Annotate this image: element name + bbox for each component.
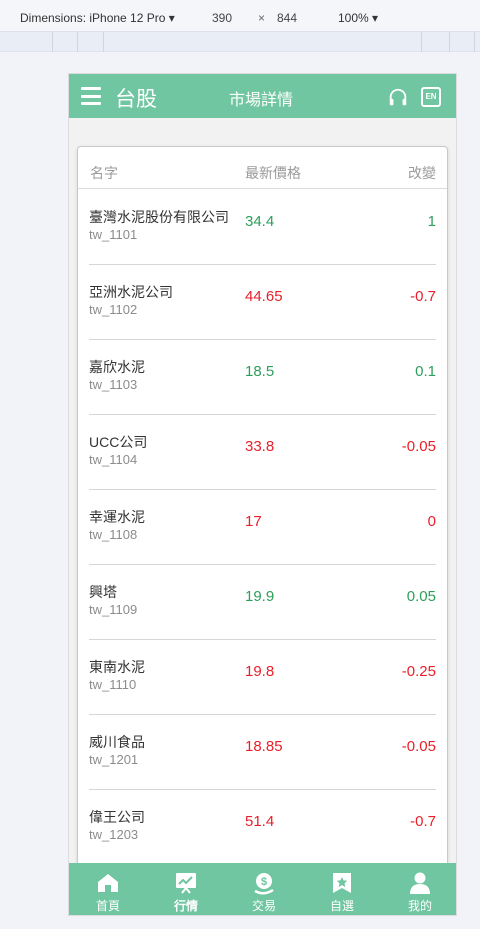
stock-code: tw_1104 [89,452,138,467]
tab-trade[interactable]: $ 交易 [225,863,303,915]
app-header: 台股 市場詳情 EN [69,74,456,118]
menu-icon[interactable] [81,87,101,105]
zoom-select[interactable]: 100% ▾ [338,11,378,25]
stock-code: tw_1201 [89,752,139,767]
column-header-name: 名字 [90,165,118,181]
stock-price: 51.4 [245,813,275,830]
stock-change: -0.25 [401,663,436,680]
stock-name: 偉王公司 [89,809,145,825]
tab-label: 首頁 [95,899,120,913]
headset-icon[interactable] [387,87,409,109]
column-header-change: 改變 [408,165,436,181]
table-row[interactable]: 臺灣水泥股份有限公司 tw_1101 34.4 1 [89,190,436,265]
trade-icon: $ [254,873,274,895]
table-row[interactable]: 亞洲水泥公司 tw_1102 44.65 -0.7 [89,265,436,340]
stock-change: -0.05 [401,738,436,755]
column-header-price: 最新價格 [245,165,301,181]
svg-text:$: $ [261,876,267,888]
bookmark-icon [333,873,351,893]
stock-code: tw_1103 [89,377,138,392]
language-icon[interactable]: EN [421,87,441,107]
stock-name: 亞洲水泥公司 [89,284,173,300]
tab-home[interactable]: 首頁 [69,863,147,915]
stock-code: tw_1108 [89,527,138,542]
stock-name: UCC公司 [89,434,148,450]
device-dimensions-select[interactable]: Dimensions: iPhone 12 Pro ▾ [20,11,175,25]
table-row[interactable]: UCC公司 tw_1104 33.8 -0.05 [89,415,436,490]
bottom-tab-bar: 首頁 行情 $ 交易 自選 我的 [69,863,456,915]
stock-code: tw_1102 [89,302,138,317]
table-row[interactable]: 偉王公司 tw_1203 51.4 -0.7 [89,790,436,865]
tab-watchlist[interactable]: 自選 [303,863,381,915]
stock-change: 0.05 [406,588,436,605]
stock-change: -0.7 [410,813,436,830]
table-header: 名字 最新價格 改變 [78,147,447,189]
page-title: 市場詳情 [229,92,294,109]
table-row[interactable]: 嘉欣水泥 tw_1103 18.5 0.1 [89,340,436,415]
market-table: 名字 最新價格 改變 臺灣水泥股份有限公司 tw_1101 34.4 1 亞洲水… [77,146,448,915]
table-row[interactable]: 東南水泥 tw_1110 19.8 -0.25 [89,640,436,715]
stock-price: 34.4 [245,213,275,230]
stock-price: 17 [245,513,262,530]
table-row[interactable]: 幸運水泥 tw_1108 17 0 [89,490,436,565]
devtools-toolbar: Dimensions: iPhone 12 Pro ▾ 390 × 844 10… [0,0,480,32]
stock-price: 19.8 [245,663,275,680]
user-icon [410,872,430,894]
stock-name: 幸運水泥 [89,509,145,525]
home-icon [98,874,118,892]
stock-price: 19.9 [245,588,275,605]
stock-name: 東南水泥 [89,659,145,675]
stock-change: 1 [427,213,436,230]
stock-code: tw_1109 [89,602,138,617]
stock-price: 18.85 [245,738,283,755]
phone-viewport: 台股 市場詳情 EN 名字 最新價格 改變 臺灣水泥股份有限公司 tw_1101… [68,73,457,916]
tab-label: 交易 [251,899,276,913]
stock-change: 0.1 [415,363,436,380]
stock-price: 44.65 [245,288,283,305]
table-row[interactable]: 威川食品 tw_1201 18.85 -0.05 [89,715,436,790]
stock-code: tw_1110 [89,677,137,692]
chart-icon [176,873,196,894]
stock-name: 臺灣水泥股份有限公司 [89,209,229,225]
device-width-input[interactable]: 390 [212,11,232,25]
stock-name: 興塔 [89,584,117,600]
tab-label: 自選 [329,899,354,913]
stock-code: tw_1203 [89,827,139,842]
tab-label: 我的 [407,899,432,913]
media-query-ruler [0,32,480,52]
stock-name: 威川食品 [89,734,145,750]
device-height-input[interactable]: 844 [277,11,297,25]
stock-change: -0.05 [401,438,436,455]
table-row[interactable]: 興塔 tw_1109 19.9 0.05 [89,565,436,640]
market-label[interactable]: 台股 [115,83,157,113]
stock-code: tw_1101 [89,227,138,242]
dimension-separator: × [258,11,266,25]
stock-price: 33.8 [245,438,275,455]
stock-change: 0 [427,513,436,530]
tab-label: 行情 [173,899,198,913]
stock-name: 嘉欣水泥 [89,359,145,375]
stock-price: 18.5 [245,363,275,380]
tab-market[interactable]: 行情 [147,863,225,915]
stock-change: -0.7 [410,288,436,305]
tab-profile[interactable]: 我的 [381,863,456,915]
